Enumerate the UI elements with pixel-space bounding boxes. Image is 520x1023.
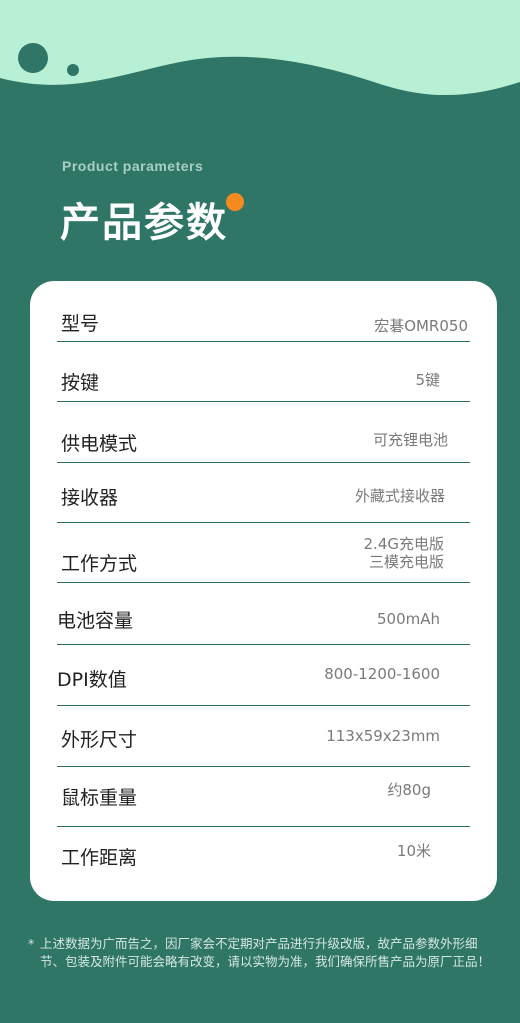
param-value: 约80g bbox=[387, 781, 431, 799]
param-value: 113x59x23mm bbox=[326, 727, 440, 745]
param-row-mode: 工作方式 2.4G充电版 三模充电版 bbox=[57, 522, 470, 583]
param-row-weight: 鼠标重量 约80g bbox=[57, 766, 470, 827]
param-label: 外形尺寸 bbox=[61, 729, 138, 751]
accent-dot-orange bbox=[226, 193, 244, 211]
page-title: 产品参数 bbox=[60, 200, 228, 246]
param-value: 500mAh bbox=[376, 610, 440, 628]
decor-circle-small bbox=[67, 64, 79, 76]
param-row-dimensions: 外形尺寸 113x59x23mm bbox=[57, 705, 470, 767]
param-label: 接收器 bbox=[61, 487, 119, 509]
param-value: 5键 bbox=[415, 371, 440, 389]
param-value: 10米 bbox=[396, 842, 431, 860]
header-wave bbox=[0, 0, 520, 96]
param-value: 宏碁OMR050 bbox=[374, 317, 468, 335]
params-card: 型号 宏碁OMR050 按键 5键 供电模式 可充锂电池 接收器 外藏式接收器 … bbox=[30, 281, 497, 901]
param-label: 工作距离 bbox=[61, 847, 138, 869]
param-label: DPI数值 bbox=[57, 669, 127, 691]
page-subtitle: Product parameters bbox=[62, 158, 204, 174]
param-value: 外藏式接收器 bbox=[354, 487, 445, 505]
param-value-line2: 三模充电版 bbox=[368, 553, 444, 571]
param-row-buttons: 按键 5键 bbox=[57, 341, 470, 402]
param-value: 可充锂电池 bbox=[372, 431, 448, 449]
disclaimer-text: 上述数据为广而告之，因厂家会不定期对产品进行升级改版，故产品参数外形细节、包装及… bbox=[40, 936, 491, 969]
param-row-battery: 电池容量 500mAh bbox=[57, 582, 470, 645]
param-row-receiver: 接收器 外藏式接收器 bbox=[57, 462, 470, 523]
decor-circle-large bbox=[18, 43, 48, 73]
param-label: 电池容量 bbox=[57, 610, 134, 632]
param-label: 型号 bbox=[61, 313, 100, 335]
disclaimer-asterisk: * bbox=[28, 936, 35, 951]
param-row-range: 工作距离 10米 bbox=[57, 826, 470, 881]
param-value-line1: 2.4G充电版 bbox=[363, 535, 444, 553]
param-label: 按键 bbox=[61, 372, 100, 394]
param-value: 800-1200-1600 bbox=[324, 665, 440, 683]
param-row-dpi: DPI数值 800-1200-1600 bbox=[57, 644, 470, 706]
accent-dot-green bbox=[219, 186, 227, 194]
param-row-power: 供电模式 可充锂电池 bbox=[57, 401, 470, 463]
param-label: 供电模式 bbox=[61, 433, 138, 455]
param-label: 工作方式 bbox=[61, 553, 138, 575]
param-label: 鼠标重量 bbox=[61, 787, 138, 809]
disclaimer-note: * 上述数据为广而告之，因厂家会不定期对产品进行升级改版，故产品参数外形细节、包… bbox=[28, 935, 498, 971]
param-row-model: 型号 宏碁OMR050 bbox=[57, 303, 470, 342]
